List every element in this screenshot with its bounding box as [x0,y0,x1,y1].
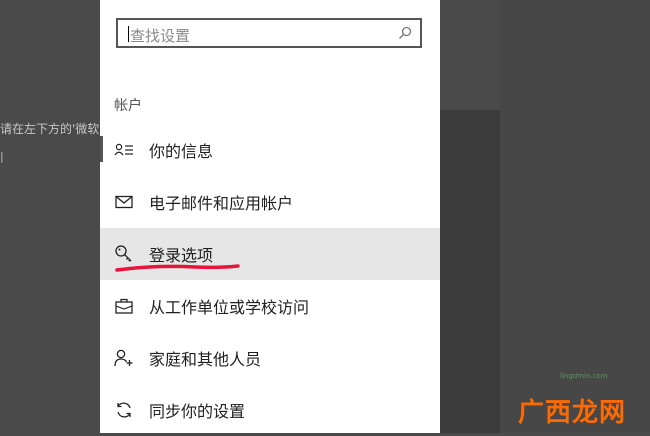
section-title: 帐户 [114,98,142,114]
nav-item-label: 从工作单位或学校访问 [149,298,310,317]
background-window-edge [500,0,650,433]
mail-icon [114,192,134,212]
background-window [440,110,500,433]
nav-item-email-accounts[interactable]: 电子邮件和应用帐户 [100,176,440,228]
nav-item-label: 电子邮件和应用帐户 [149,194,294,213]
background-mark: | [0,150,4,163]
nav-item-sync-settings[interactable]: 同步你的设置 [100,384,440,436]
watermark-url: lingdmin.com [560,372,608,380]
nav-item-your-info[interactable]: 你的信息 [100,124,440,176]
focus-indicator [100,136,103,162]
watermark-logo: 广西龙网 [518,398,627,428]
background-text: 请在左下方的'微软 [0,122,100,136]
nav-item-label: 你的信息 [149,142,214,161]
nav-item-work-school[interactable]: 从工作单位或学校访问 [100,280,440,332]
person-list-icon [114,140,134,160]
sync-icon [114,400,134,420]
search-input[interactable]: 查找设置 [116,18,422,48]
search-icon[interactable] [398,26,412,40]
text-caret [128,26,129,42]
person-add-icon [114,348,134,368]
search-placeholder: 查找设置 [130,27,191,45]
settings-sidebar: 查找设置 帐户 你的信息 电子邮件和应用帐户 登录选项 从工作单位或学校访问 家… [100,0,440,433]
annotation-underline [115,264,240,272]
key-icon [114,244,134,264]
nav-item-family-others[interactable]: 家庭和其他人员 [100,332,440,384]
briefcase-icon [114,296,134,316]
nav-item-label: 同步你的设置 [149,402,246,421]
nav-item-label: 家庭和其他人员 [149,350,262,369]
